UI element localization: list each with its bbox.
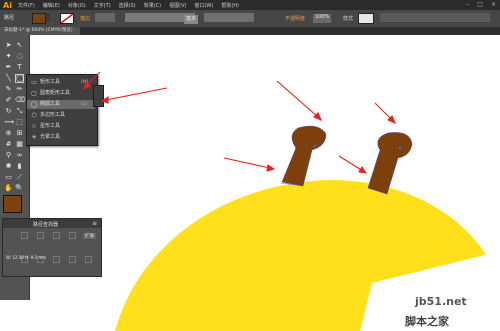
close-icon[interactable]: × (491, 1, 496, 8)
pen-tool-icon[interactable]: ✒ (4, 63, 13, 72)
mesh-tool-icon[interactable]: # (4, 140, 13, 149)
eyedropper-tool-icon[interactable]: ⚲ (4, 151, 13, 160)
direct-selection-tool-icon[interactable]: ↖ (15, 41, 24, 50)
eraser-tool-icon[interactable]: ⌫ (15, 96, 25, 105)
menu-effect[interactable]: 效果(C) (144, 2, 161, 9)
no-stroke-icon (60, 13, 74, 24)
minimize-icon[interactable]: – (466, 1, 469, 8)
rotate-tool-icon[interactable]: ↻ (4, 107, 13, 116)
hand-tool-icon[interactable]: ✋ (4, 184, 13, 193)
brush-definition[interactable] (204, 13, 254, 22)
document-tab[interactable]: 未标题-1* @ 600% (CMYK/预览) (0, 27, 80, 35)
artboard-tool-icon[interactable]: ▭ (4, 173, 13, 182)
paintbrush-tool-icon[interactable]: ✎ (4, 85, 13, 94)
line-tool-icon[interactable]: ╲ (4, 74, 13, 83)
selection-tool-icon[interactable]: ➤ (4, 41, 13, 50)
annotation-arrows (83, 71, 397, 174)
opacity-label[interactable]: 不透明度 (285, 15, 305, 24)
document-tab-bar: 未标题-1* @ 600% (CMYK/预览) (0, 27, 500, 35)
stroke-weight-field[interactable] (95, 13, 115, 22)
menu-edit[interactable]: 编辑(E) (43, 2, 60, 9)
type-tool-icon[interactable]: T (15, 63, 24, 72)
menu-file[interactable]: 文件(F) (18, 2, 35, 9)
fill-color-box[interactable] (3, 195, 22, 213)
right-horn-shape[interactable] (367, 132, 413, 195)
window-controls: – □ × (466, 1, 496, 8)
watermark-name: 脚本之家 (405, 315, 449, 328)
fill-dropdown[interactable] (46, 13, 50, 22)
menu-window[interactable]: 窗口(W) (194, 2, 213, 9)
column-graph-tool-icon[interactable]: ▮ (15, 162, 24, 171)
menu-items: 文件(F) 编辑(E) 对象(O) 文字(T) 选择(S) 效果(C) 视图(V… (18, 2, 239, 9)
menu-view[interactable]: 视图(V) (169, 2, 186, 9)
graphic-style-swatch[interactable] (358, 13, 374, 24)
blend-tool-icon[interactable]: ∞ (15, 151, 24, 160)
symbol-sprayer-tool-icon[interactable]: ✺ (4, 162, 13, 171)
anchor-point[interactable] (398, 146, 402, 150)
anchor-point[interactable] (313, 144, 317, 148)
lasso-tool-icon[interactable]: ◌ (15, 52, 24, 61)
slice-tool-icon[interactable]: ⟋ (15, 173, 24, 182)
menu-bar: Ai 文件(F) 编辑(E) 对象(O) 文字(T) 选择(S) 效果(C) 视… (0, 0, 500, 10)
stroke-swatch[interactable] (60, 13, 74, 24)
blob-brush-tool-icon[interactable]: ✐ (4, 96, 13, 105)
selection-type-label: 路径 (4, 15, 15, 21)
menu-type[interactable]: 文字(T) (94, 2, 111, 9)
gradient-tool-icon[interactable]: ▦ (15, 140, 24, 149)
pencil-tool-icon[interactable]: ✏ (15, 85, 24, 94)
ellipse-tool-icon[interactable]: ◯ (15, 74, 24, 83)
perspective-grid-tool-icon[interactable]: ⊞ (15, 129, 24, 138)
stroke-label[interactable]: 描边 (80, 15, 90, 24)
menu-object[interactable]: 对象(O) (68, 2, 86, 9)
stroke-style-field[interactable]: 基本 (184, 15, 199, 24)
app-logo: Ai (3, 1, 12, 10)
fill-swatch[interactable] (32, 13, 46, 24)
left-horn-shape[interactable] (281, 125, 327, 187)
align-controls[interactable] (380, 13, 490, 22)
scale-tool-icon[interactable]: ⤡ (15, 107, 24, 116)
opacity-field[interactable]: 100% (313, 14, 332, 23)
control-bar: 路径 描边 基本 不透明度 100% 样式 (0, 10, 500, 28)
watermark-site: jb51.net (415, 295, 467, 308)
artboard-canvas[interactable] (30, 35, 500, 331)
width-tool-icon[interactable]: ⟿ (4, 118, 14, 127)
free-transform-tool-icon[interactable]: ⬚ (15, 118, 24, 127)
maximize-icon[interactable]: □ (477, 1, 483, 8)
magic-wand-tool-icon[interactable]: ✦ (4, 52, 13, 61)
unite-icon[interactable] (21, 232, 28, 239)
menu-select[interactable]: 选择(S) (119, 2, 136, 9)
style-label: 样式 (343, 16, 354, 22)
zoom-tool-icon[interactable]: 🔍 (15, 184, 24, 193)
menu-help[interactable]: 帮助(H) (221, 2, 239, 9)
shape-builder-tool-icon[interactable]: ⊕ (4, 129, 13, 138)
